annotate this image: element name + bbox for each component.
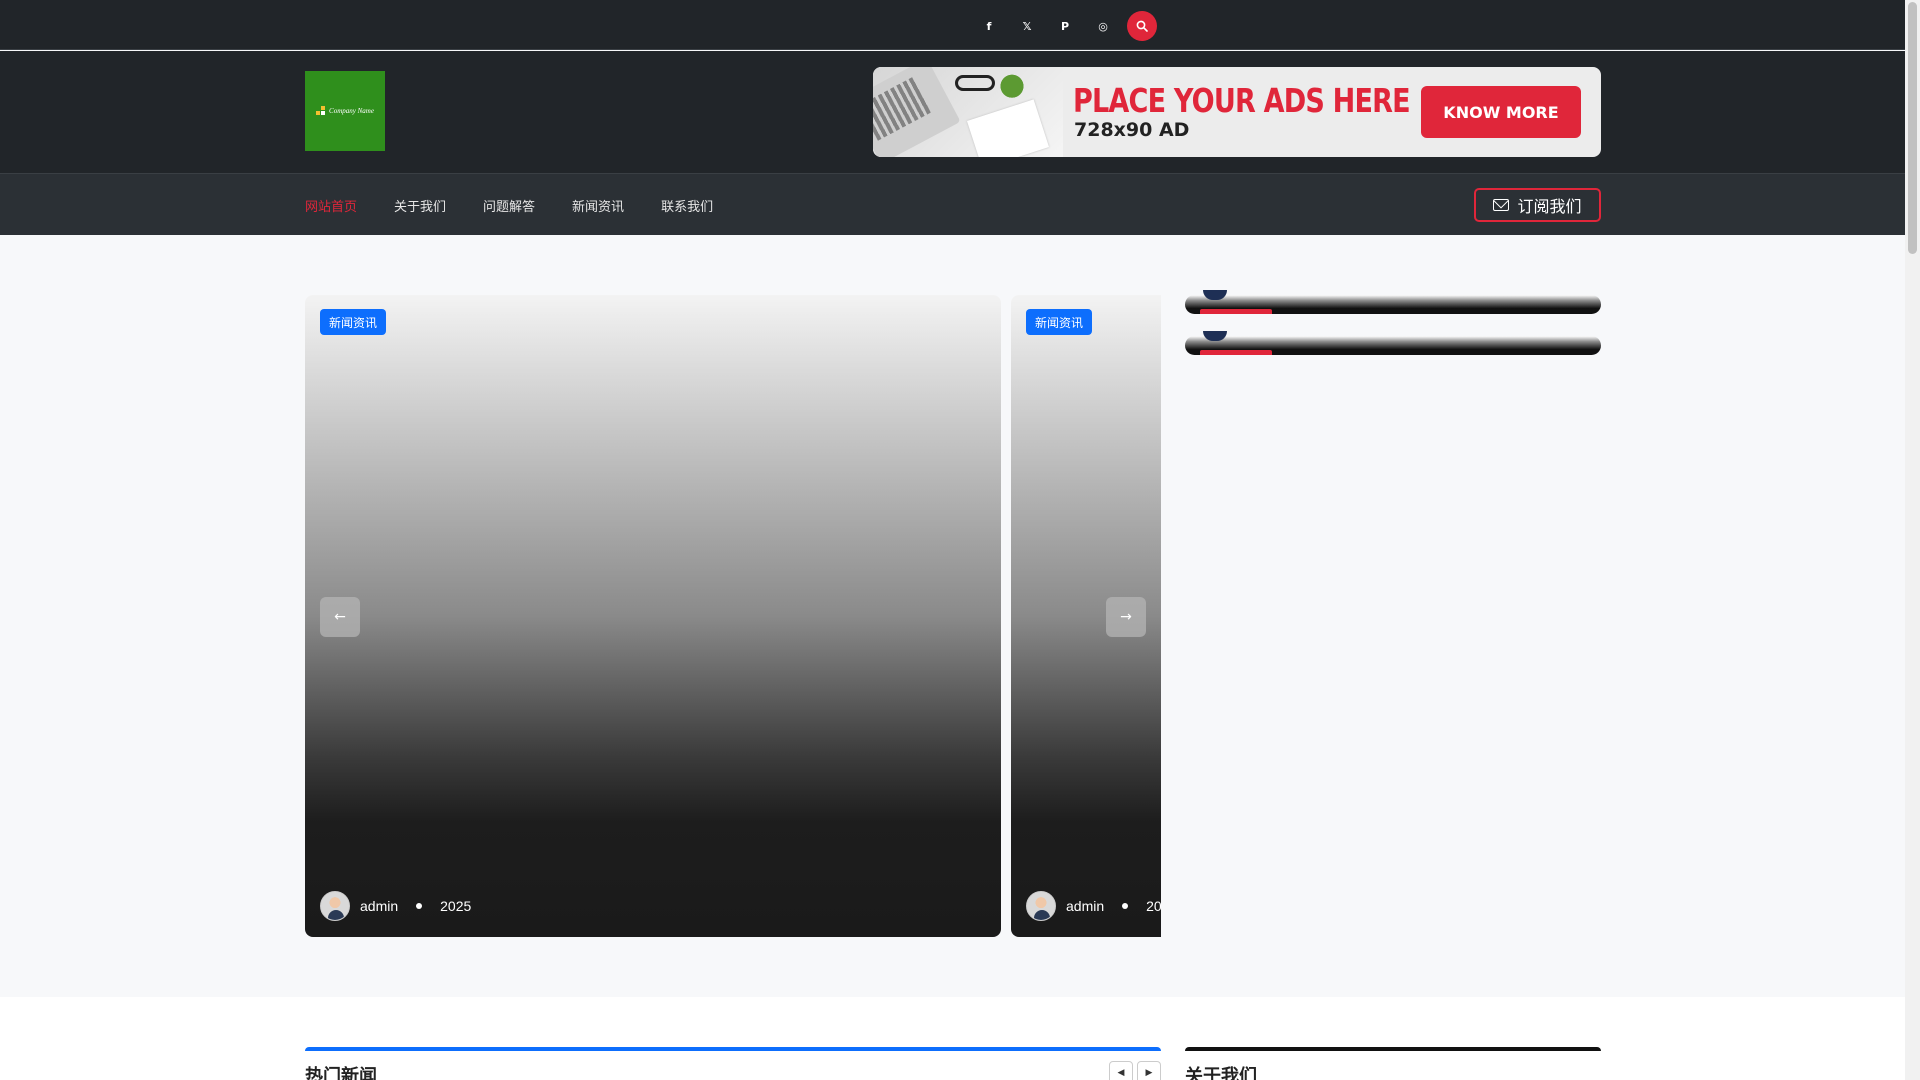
nav-item-home[interactable]: 网站首页 — [305, 196, 357, 215]
post-meta: admin 2025 — [320, 891, 471, 921]
category-badge[interactable]: 新闻资讯 — [320, 309, 387, 335]
arrow-left-icon: ← — [334, 609, 346, 625]
ad-banner[interactable]: PLACE YOUR ADS HERE 728x90 AD KNOW MORE — [873, 67, 1601, 157]
about-header: 关于我们 — [1185, 1047, 1601, 1080]
side-post-card[interactable] — [1185, 290, 1601, 314]
category-badge[interactable] — [1200, 309, 1272, 314]
x-twitter-icon[interactable]: 𝕏 — [1013, 12, 1041, 40]
ad-size-label: 728x90 AD — [1074, 119, 1190, 141]
scrollbar-thumb[interactable] — [1908, 2, 1917, 254]
slider-next-button[interactable]: → — [1106, 597, 1146, 637]
search-icon — [1136, 20, 1148, 32]
post-thumb-icon — [1203, 331, 1227, 341]
glasses-image — [955, 75, 995, 91]
top-bar: f 𝕏 P ◎ — [0, 0, 1905, 50]
nav-item-contact[interactable]: 联系我们 — [661, 196, 713, 215]
section-nav: ◀ ▶ — [1109, 1061, 1161, 1080]
ad-photo — [873, 67, 1063, 157]
notebook-image — [966, 99, 1050, 157]
subscribe-label: 订阅我们 — [1517, 199, 1582, 216]
author-avatar — [320, 891, 350, 921]
pinterest-icon[interactable]: P — [1051, 12, 1079, 40]
plant-image — [991, 67, 1033, 99]
envelope-icon — [1493, 199, 1510, 211]
site-header: Company Name PLACE YOUR ADS HERE 728x90 … — [0, 51, 1905, 173]
nav-menu: 网站首页 关于我们 问题解答 新闻资讯 联系我们 — [305, 174, 713, 236]
hot-news-header: 热门新闻 ◀ ▶ — [305, 1047, 1161, 1080]
laptop-image — [873, 67, 961, 157]
post-meta: admin 202 — [1026, 891, 1161, 921]
author-avatar — [1026, 891, 1056, 921]
post-thumb-icon — [1203, 290, 1227, 300]
social-links: f 𝕏 P ◎ — [975, 11, 1157, 41]
nav-item-about[interactable]: 关于我们 — [394, 196, 446, 215]
author-name[interactable]: admin — [360, 898, 398, 914]
subscribe-button[interactable]: 订阅我们 — [1474, 188, 1601, 222]
logo-text: Company Name — [329, 107, 374, 115]
slider-prev-button[interactable]: ← — [320, 597, 360, 637]
slide-card[interactable]: 新闻资讯 admin 2025 — [305, 295, 1001, 937]
site-logo[interactable]: Company Name — [305, 71, 385, 151]
search-button[interactable] — [1127, 11, 1157, 41]
instagram-icon[interactable]: ◎ — [1089, 12, 1117, 40]
nav-item-news[interactable]: 新闻资讯 — [572, 196, 624, 215]
post-date: 2025 — [440, 898, 472, 914]
category-badge[interactable]: 新闻资讯 — [1026, 309, 1093, 335]
category-badge[interactable] — [1200, 350, 1272, 355]
author-name[interactable]: admin — [1066, 898, 1104, 914]
section-title: 热门新闻 — [305, 1066, 377, 1080]
side-post-card[interactable] — [1185, 331, 1601, 355]
know-more-button[interactable]: KNOW MORE — [1421, 86, 1581, 138]
meta-separator — [1122, 903, 1129, 909]
caret-right-icon[interactable]: ▶ — [1137, 1061, 1161, 1080]
content-section: 热门新闻 ◀ ▶ 关于我们 — [0, 997, 1905, 1080]
meta-separator — [416, 903, 423, 909]
post-date: 202 — [1146, 898, 1161, 914]
facebook-icon[interactable]: f — [975, 12, 1003, 40]
arrow-right-icon: → — [1120, 609, 1132, 625]
page-scrollbar[interactable] — [1905, 0, 1920, 1080]
ad-headline: PLACE YOUR ADS HERE — [1073, 81, 1411, 120]
main-nav: 网站首页 关于我们 问题解答 新闻资讯 联系我们 订阅我们 — [0, 173, 1905, 235]
hero-section: 新闻资讯 admin 2025 新闻资讯 admin 202 ← → — [0, 235, 1905, 997]
section-title: 关于我们 — [1185, 1066, 1257, 1080]
caret-left-icon[interactable]: ◀ — [1109, 1061, 1133, 1080]
side-post-list — [1185, 290, 1601, 377]
news-slider: 新闻资讯 admin 2025 新闻资讯 admin 202 ← → — [305, 295, 1161, 937]
logo-mark-icon — [316, 106, 326, 116]
nav-item-faq[interactable]: 问题解答 — [483, 196, 535, 215]
